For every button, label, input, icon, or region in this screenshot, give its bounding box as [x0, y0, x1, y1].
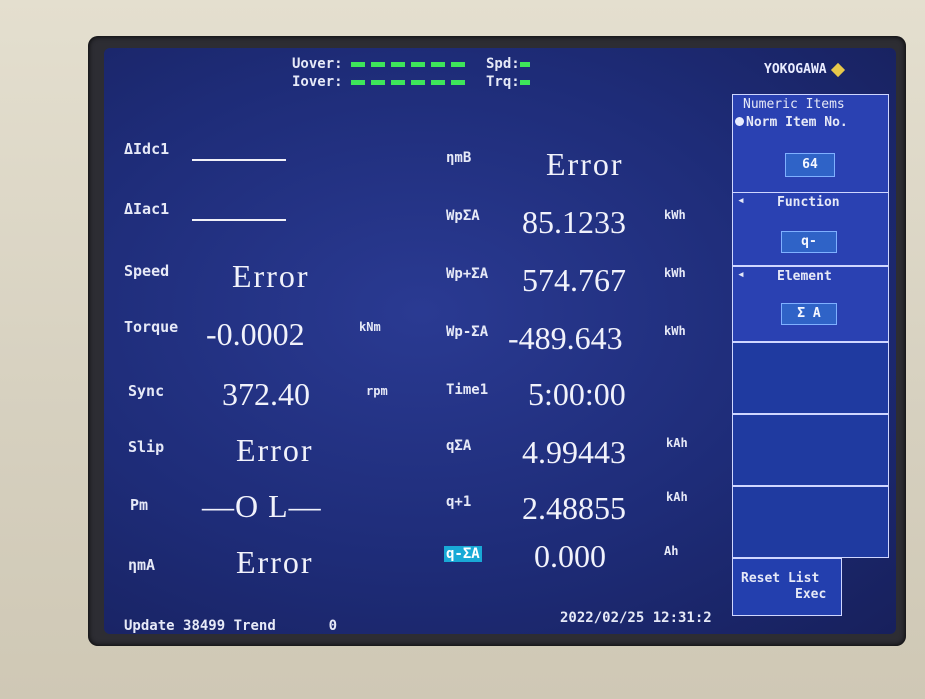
uover-indicator: Uover:: [292, 56, 471, 72]
trend-value: 0: [328, 618, 338, 634]
right-value-7: 0.000: [534, 538, 606, 574]
right-label-3: Wp-ΣA: [446, 324, 489, 340]
function-value[interactable]: q-: [781, 231, 837, 253]
empty-softkey-1[interactable]: [732, 342, 889, 414]
update-count: 38499: [183, 618, 226, 634]
right-value-5: 4.99443: [522, 434, 626, 470]
diamond-icon: [830, 62, 845, 77]
right-unit-7: Ah: [664, 544, 679, 558]
right-unit-2: kWh: [664, 266, 686, 280]
reset-list-label: Reset List: [741, 571, 820, 586]
spd-label: Spd:: [486, 56, 520, 72]
left-unit-3: kNm: [359, 320, 381, 334]
left-label-0: ΔIdc1: [124, 140, 170, 158]
left-value-6: —O L—: [202, 488, 322, 524]
right-value-2: 574.767: [522, 262, 626, 298]
selected-item-label[interactable]: q-ΣA: [444, 546, 482, 562]
norm-item-value[interactable]: 64: [785, 153, 835, 177]
left-value-5: Error: [236, 432, 314, 468]
idc1-blank-value: [192, 159, 286, 161]
left-label-7: ηmA: [128, 556, 156, 574]
brand-logo: YOKOGAWA: [764, 62, 845, 77]
right-label-1: WpΣA: [446, 208, 480, 224]
left-label-3: Torque: [124, 318, 179, 336]
iover-indicator: Iover:: [292, 74, 471, 90]
trq-label: Trq:: [486, 74, 520, 90]
radio-icon: [735, 117, 744, 126]
right-label-2: Wp+ΣA: [446, 266, 489, 282]
brand-text: YOKOGAWA: [764, 62, 827, 77]
exec-label: Exec: [795, 587, 827, 602]
update-label: Update: [124, 618, 175, 634]
right-unit-3: kWh: [664, 324, 686, 338]
norm-item-label: Norm Item No.: [735, 115, 848, 130]
left-label-6: Pm: [130, 496, 149, 514]
element-softkey[interactable]: ◂ Element Σ A: [732, 266, 889, 342]
empty-softkey-2[interactable]: [732, 414, 889, 486]
left-arrow-icon: ◂: [737, 267, 745, 282]
iover-label: Iover:: [292, 74, 343, 90]
status-bar: Update 38499 Trend 0: [124, 618, 337, 634]
element-value[interactable]: Σ A: [781, 303, 837, 325]
right-value-1: 85.1233: [522, 204, 626, 240]
uover-label: Uover:: [292, 56, 343, 72]
display-screen: Uover: Iover: Spd: Trq: YOKOGAWA ΔIdc1 Δ…: [104, 48, 896, 634]
left-arrow-icon: ◂: [737, 193, 745, 208]
right-value-3: -489.643: [508, 320, 623, 356]
empty-softkey-3[interactable]: [732, 486, 889, 558]
right-value-0: Error: [546, 146, 624, 182]
right-label-0: ηmB: [446, 150, 472, 166]
numeric-items-title: Numeric Items: [743, 97, 845, 112]
right-unit-5: kAh: [666, 436, 688, 450]
datetime: 2022/02/25 12:31:2: [560, 610, 712, 626]
left-label-4: Sync: [128, 382, 165, 400]
right-label-4: Time1: [446, 382, 489, 398]
right-label-7[interactable]: q-ΣA: [444, 546, 482, 562]
left-value-7: Error: [236, 544, 314, 580]
left-label-1: ΔIac1: [124, 200, 170, 218]
right-label-6: q+1: [446, 494, 472, 510]
trq-indicator: Trq:: [486, 74, 536, 90]
left-value-2: Error: [232, 258, 310, 294]
trend-label: Trend: [233, 618, 276, 634]
right-value-6: 2.48855: [522, 490, 626, 526]
right-unit-6: kAh: [666, 490, 688, 504]
left-value-3: -0.0002: [206, 316, 305, 352]
right-value-4: 5:00:00: [528, 376, 626, 412]
left-label-2: Speed: [124, 262, 170, 280]
reset-list-button[interactable]: Reset List Exec: [732, 558, 842, 616]
left-value-4: 372.40: [222, 376, 310, 412]
function-softkey[interactable]: ◂ Function q-: [732, 192, 889, 266]
right-label-5: qΣA: [446, 438, 472, 454]
spd-indicator: Spd:: [486, 56, 536, 72]
function-label: Function: [777, 195, 840, 210]
left-label-5: Slip: [128, 438, 165, 456]
right-unit-1: kWh: [664, 208, 686, 222]
element-label: Element: [777, 269, 832, 284]
iac1-blank-value: [192, 219, 286, 221]
left-unit-4: rpm: [366, 384, 388, 398]
